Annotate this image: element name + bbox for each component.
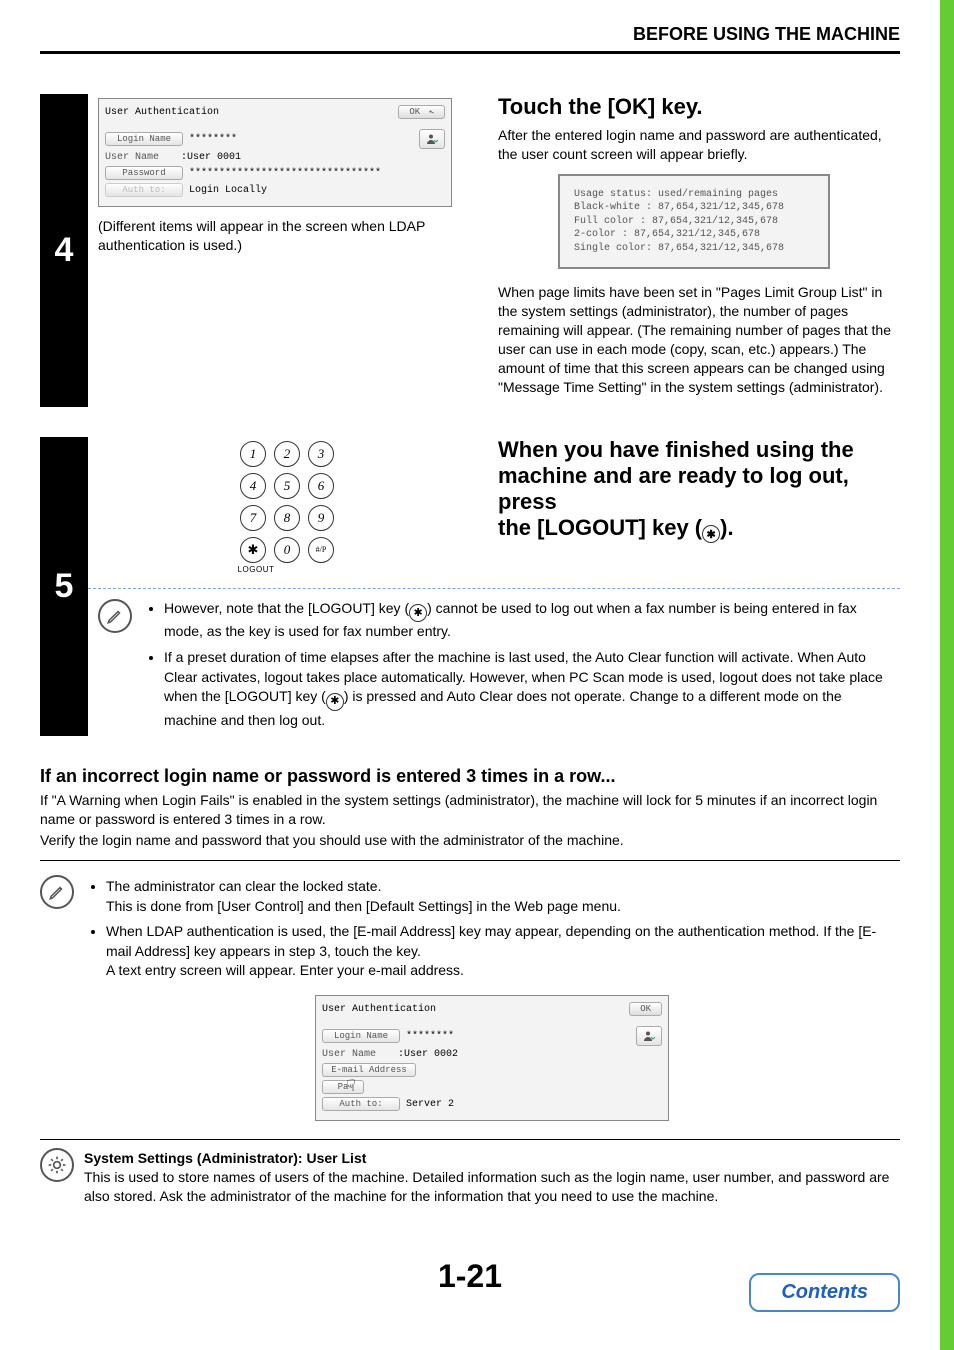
person-icon [643, 1030, 655, 1042]
sys-settings-heading: System Settings (Administrator): User Li… [84, 1150, 900, 1166]
panel2-login-name-button[interactable]: Login Name [322, 1029, 400, 1043]
step5-note-list: However, note that the [LOGOUT] key (✱) … [142, 599, 890, 737]
usage-line-3: Full color : 87,654,321/12,345,678 [574, 215, 814, 229]
thin-rule-2 [40, 1139, 900, 1140]
step4-text-2: When page limits have been set in "Pages… [498, 283, 900, 396]
step5-note-1: However, note that the [LOGOUT] key (✱) … [164, 599, 890, 642]
person-icon [426, 133, 438, 145]
key-3[interactable]: 3 [308, 441, 334, 467]
key-8[interactable]: 8 [274, 505, 300, 531]
admin-note-1b: This is done from [User Control] and the… [106, 898, 621, 914]
panel2-auth-to-button[interactable]: Auth to: [322, 1097, 400, 1111]
step4-title: Touch the [OK] key. [498, 94, 900, 120]
key-hash-p[interactable]: #/P [308, 537, 334, 563]
key-7[interactable]: 7 [240, 505, 266, 531]
auth-to-button[interactable]: Auth to: [105, 183, 183, 197]
login-name-button[interactable]: Login Name [105, 132, 183, 146]
admin-note-block: The administrator can clear the locked s… [40, 875, 900, 1121]
user-auth-panel-1: User Authentication OK ↖ Login Name ****… [98, 98, 452, 207]
panel2-user-select-icon[interactable] [636, 1026, 662, 1046]
panel2-ok-button[interactable]: OK [629, 1002, 662, 1016]
usage-line-4: 2-color : 87,654,321/12,345,678 [574, 228, 814, 242]
admin-note-2a: When LDAP authentication is used, the [E… [106, 923, 876, 959]
user-name-value: :User 0001 [181, 152, 241, 163]
numeric-keypad: 1 2 3 4 5 6 7 8 9 ✱ 0 #/P [240, 441, 336, 563]
user-name-label: User Name [105, 152, 175, 163]
panel2-auth-to-value: Server 2 [406, 1099, 454, 1110]
page-header-title: BEFORE USING THE MACHINE [633, 24, 900, 44]
note-pencil-icon [98, 599, 132, 633]
auth-to-value: Login Locally [189, 185, 267, 196]
key-4[interactable]: 4 [240, 473, 266, 499]
thin-rule-1 [40, 860, 900, 861]
header-rule [40, 51, 900, 54]
logout-key-icon: ✱ [702, 525, 720, 543]
incorrect-login-p2: Verify the login name and password that … [40, 831, 900, 850]
note-pencil-icon-2 [40, 875, 74, 909]
panel2-login-name-value: ******** [406, 1031, 454, 1042]
panel2-user-name-label: User Name [322, 1049, 392, 1060]
usage-line-2: Black-white : 87,654,321/12,345,678 [574, 201, 814, 215]
cursor-hand-icon: ☟ [346, 1076, 356, 1096]
panel2-user-name-value: :User 0002 [398, 1049, 458, 1060]
step4-text-1: After the entered login name and passwor… [498, 126, 900, 164]
panel2-title: User Authentication [322, 1004, 436, 1015]
usage-status-panel: Usage status: used/remaining pages Black… [558, 174, 830, 270]
admin-note-list: The administrator can clear the locked s… [84, 877, 900, 981]
step5-title: When you have finished using the machine… [498, 437, 900, 544]
key-9[interactable]: 9 [308, 505, 334, 531]
dashed-separator [88, 588, 900, 589]
key-2[interactable]: 2 [274, 441, 300, 467]
step5-note-1a: However, note that the [LOGOUT] key ( [164, 600, 409, 616]
keypad-logout-label: LOGOUT [34, 565, 478, 574]
password-value: ******************************** [189, 168, 381, 179]
step5-title-line3b: ). [720, 515, 733, 540]
logout-key-icon-inline-2: ✱ [326, 693, 344, 711]
incorrect-login-p1: If "A Warning when Login Fails" is enabl… [40, 791, 900, 829]
admin-note-2b: A text entry screen will appear. Enter y… [106, 962, 464, 978]
step5-title-line2: machine and are ready to log out, press [498, 463, 849, 514]
side-green-bar [940, 0, 954, 1350]
admin-note-2: When LDAP authentication is used, the [E… [106, 922, 900, 981]
panel1-caption: (Different items will appear in the scre… [98, 217, 478, 255]
sys-settings-body: This is used to store names of users of … [84, 1168, 900, 1206]
admin-note-1: The administrator can clear the locked s… [106, 877, 900, 916]
panel2-email-button[interactable]: E-mail Address [322, 1063, 416, 1077]
step-5: 5 1 2 3 4 5 6 7 8 9 [40, 437, 900, 737]
panel1-ok-button[interactable]: OK ↖ [398, 105, 445, 119]
key-0[interactable]: 0 [274, 537, 300, 563]
step5-note-2: If a preset duration of time elapses aft… [164, 648, 890, 730]
admin-note-1a: The administrator can clear the locked s… [106, 878, 381, 894]
panel1-title: User Authentication [105, 107, 219, 118]
contents-button[interactable]: Contents [749, 1273, 900, 1312]
step5-title-line1: When you have finished using the [498, 437, 854, 462]
usage-line-1: Usage status: used/remaining pages [574, 188, 814, 202]
usage-line-5: Single color: 87,654,321/12,345,678 [574, 242, 814, 256]
cursor-icon: ↖ [427, 106, 436, 117]
key-5[interactable]: 5 [274, 473, 300, 499]
panel1-ok-label: OK [409, 107, 420, 117]
settings-gear-icon [40, 1148, 74, 1182]
key-logout-star[interactable]: ✱ [240, 537, 266, 563]
key-1[interactable]: 1 [240, 441, 266, 467]
login-name-value: ******** [189, 134, 237, 145]
password-button[interactable]: Password [105, 166, 183, 180]
system-settings-block: System Settings (Administrator): User Li… [40, 1148, 900, 1206]
step5-title-line3a: the [LOGOUT] key ( [498, 515, 702, 540]
step-number-4: 4 [40, 94, 88, 407]
step-number-5: 5 [40, 437, 88, 737]
step-4: 4 User Authentication OK ↖ L [40, 94, 900, 407]
key-6[interactable]: 6 [308, 473, 334, 499]
panel2-pa-button[interactable]: Pa [322, 1080, 364, 1094]
user-select-icon[interactable] [419, 129, 445, 149]
incorrect-login-heading: If an incorrect login name or password i… [40, 766, 900, 787]
logout-key-icon-inline-1: ✱ [409, 604, 427, 622]
user-auth-panel-2: User Authentication OK Login Name ******… [315, 995, 669, 1121]
